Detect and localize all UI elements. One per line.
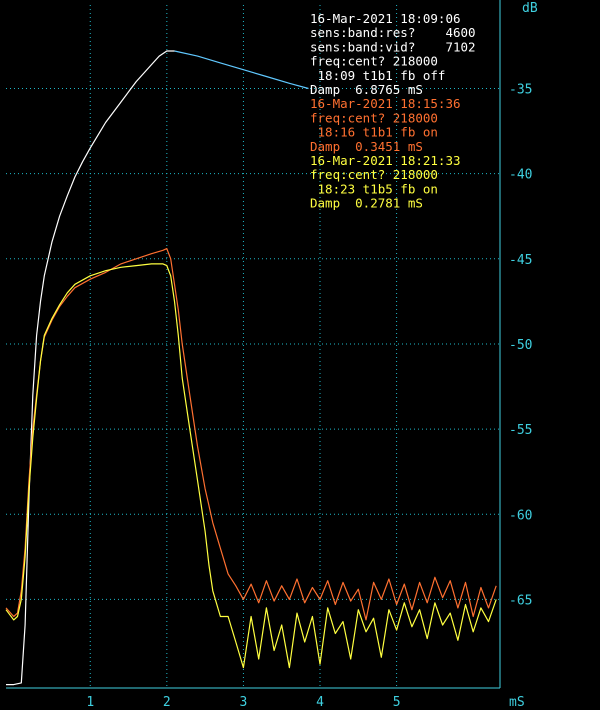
annotation-line: sens:band:res? 4600 [310, 25, 476, 40]
annotation-line: 18:09 t1b1 fb off [310, 68, 445, 83]
annotation-line: sens:band:vid? 7102 [310, 39, 476, 54]
y-tick-label: -55 [509, 423, 532, 438]
x-tick-label: 5 [393, 695, 401, 710]
annotation-line: freq:cent? 218000 [310, 110, 438, 125]
y-tick-label: -65 [509, 593, 532, 608]
x-tick-label: 2 [163, 695, 171, 710]
y-tick-label: -60 [509, 508, 532, 523]
annotation-line: 16-Mar-2021 18:09:06 [310, 11, 461, 26]
annotation-line: 18:16 t1b1 fb on [310, 125, 438, 140]
annotation-line: 18:23 t1b5 fb on [310, 181, 438, 196]
y-tick-label: -40 [509, 168, 532, 183]
x-tick-label: 3 [240, 695, 248, 710]
annotation-line: 16-Mar-2021 18:15:36 [310, 96, 461, 111]
y-tick-label: -50 [509, 338, 532, 353]
x-axis-unit: mS [509, 695, 525, 710]
annotation-line: Damp 6.8765 mS [310, 82, 423, 97]
annotation-line: 16-Mar-2021 18:21:33 [310, 153, 461, 168]
y-axis-unit: dB [522, 1, 538, 16]
annotation-line: freq:cent? 218000 [310, 167, 438, 182]
x-tick-label: 1 [86, 695, 94, 710]
annotation-line: Damp 0.3451 mS [310, 139, 423, 154]
annotation-line: Damp 0.2781 mS [310, 196, 423, 211]
x-tick-label: 4 [316, 695, 324, 710]
y-tick-label: -45 [509, 253, 532, 268]
scope-display: 1 2 3 4 5 -35 -40 -45 -50 -55 -60 -65 dB mS 16-Mar-… [0, 0, 600, 710]
y-tick-label: -35 [509, 82, 532, 97]
annotation-line: freq:cent? 218000 [310, 54, 438, 69]
